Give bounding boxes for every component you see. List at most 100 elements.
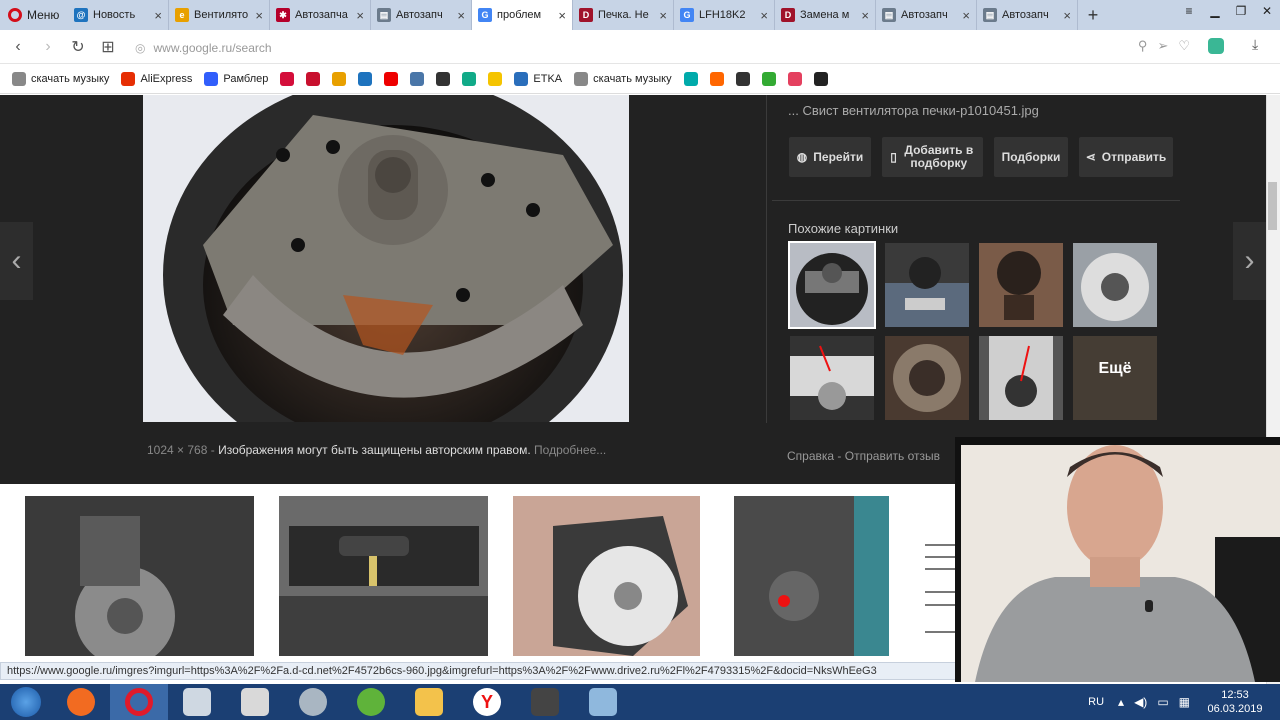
bookmark-item[interactable] xyxy=(709,71,724,86)
send-icon[interactable]: ➢ xyxy=(1157,38,1168,54)
start-button[interactable] xyxy=(0,684,52,720)
bookmark-item[interactable] xyxy=(436,71,451,86)
action-center-icon[interactable]: ▭ xyxy=(1157,695,1168,709)
minimize-icon[interactable]: ▁ xyxy=(1202,0,1228,22)
bookmark-item[interactable] xyxy=(384,71,399,86)
related-thumb[interactable] xyxy=(979,243,1063,327)
result-image[interactable] xyxy=(915,496,955,656)
bookmark-item[interactable]: ETKA xyxy=(514,71,562,86)
download-icon[interactable]: ⤓ xyxy=(1252,36,1258,53)
related-thumb[interactable] xyxy=(979,336,1063,420)
forward-icon[interactable]: › xyxy=(33,38,63,56)
taskbar-window[interactable] xyxy=(574,684,632,720)
save-to-collection-button[interactable]: ▯ Добавить в подборку xyxy=(882,137,983,177)
close-tab-icon[interactable]: × xyxy=(861,8,869,23)
tab-7[interactable]: D Замена м × xyxy=(775,0,876,30)
scrollbar-thumb[interactable] xyxy=(1268,182,1277,230)
bookmark-item[interactable]: скачать музыку xyxy=(574,71,672,86)
restore-icon[interactable]: ❐ xyxy=(1228,0,1254,22)
bookmark-item[interactable] xyxy=(280,71,295,86)
address-field[interactable]: ◎ www.google.ru/search xyxy=(135,37,1195,59)
related-thumb[interactable] xyxy=(885,243,969,327)
tab-5[interactable]: D Печка. Не × xyxy=(573,0,674,30)
bookmark-item[interactable] xyxy=(787,71,802,86)
network-icon[interactable]: ▦ xyxy=(1179,695,1190,709)
bookmark-item[interactable] xyxy=(358,71,373,86)
tab-4[interactable]: Gпроблем × xyxy=(472,0,573,30)
related-thumb[interactable] xyxy=(885,336,969,420)
close-tab-icon[interactable]: × xyxy=(457,8,465,23)
clock[interactable]: 12:53 06.03.2019 xyxy=(1200,688,1270,716)
prev-image-button[interactable]: ‹ xyxy=(0,222,33,300)
reload-icon[interactable]: ↻ xyxy=(63,37,93,57)
bookmark-item[interactable]: Рамблер xyxy=(204,71,268,86)
opera-menu-button[interactable]: Меню xyxy=(0,0,68,30)
taskbar-firefox[interactable] xyxy=(52,684,110,720)
image-title[interactable]: ... Свист вентилятора печки-p1010451.jpg xyxy=(788,103,1039,118)
bookmark-item[interactable] xyxy=(410,71,425,86)
close-tab-icon[interactable]: × xyxy=(659,8,667,23)
result-image[interactable] xyxy=(734,496,889,656)
bookmark-item[interactable] xyxy=(332,71,347,86)
bookmark-item[interactable] xyxy=(683,71,698,86)
result-image[interactable] xyxy=(25,496,254,656)
menu-lines-icon[interactable]: ≡ xyxy=(1176,0,1202,22)
bookmark-item[interactable] xyxy=(306,71,321,86)
taskbar-opera[interactable] xyxy=(110,684,168,720)
learn-more-link[interactable]: Подробнее... xyxy=(534,443,606,457)
taskbar-calculator[interactable] xyxy=(168,684,226,720)
close-tab-icon[interactable]: × xyxy=(356,8,364,23)
tab-3[interactable]: ▤ Автозапч × xyxy=(371,0,472,30)
bookmark-item[interactable] xyxy=(462,71,477,86)
new-tab-button[interactable]: + xyxy=(1078,0,1108,30)
taskbar-video-editor[interactable] xyxy=(516,684,574,720)
bookmark-item[interactable] xyxy=(813,71,828,86)
result-image[interactable] xyxy=(513,496,700,656)
related-thumb[interactable] xyxy=(790,336,874,420)
taskbar-scanner[interactable] xyxy=(226,684,284,720)
heart-icon[interactable]: ♡ xyxy=(1178,38,1190,54)
visit-label: Перейти xyxy=(813,149,864,164)
vpn-icon[interactable] xyxy=(1208,38,1224,54)
close-icon[interactable]: ✕ xyxy=(1254,0,1280,22)
close-tab-icon[interactable]: × xyxy=(760,8,768,23)
bookmark-favicon-icon xyxy=(462,71,477,86)
collections-button[interactable]: Подборки xyxy=(994,137,1068,177)
close-tab-icon[interactable]: × xyxy=(558,8,566,23)
back-icon[interactable]: ‹ xyxy=(3,38,33,56)
visit-button[interactable]: ◍ Перейти xyxy=(789,137,871,177)
related-thumb[interactable] xyxy=(1073,243,1157,327)
close-tab-icon[interactable]: × xyxy=(962,8,970,23)
volume-icon[interactable]: ◀) xyxy=(1134,695,1147,709)
speed-dial-icon[interactable]: ⊞ xyxy=(93,37,123,57)
help-link[interactable]: Справка xyxy=(787,449,834,463)
close-tab-icon[interactable]: × xyxy=(1063,8,1071,23)
share-button[interactable]: ⋖ Отправить xyxy=(1079,137,1173,177)
taskbar-utorrent[interactable] xyxy=(342,684,400,720)
taskbar-yandex[interactable]: Y xyxy=(458,684,516,720)
taskbar-user[interactable] xyxy=(284,684,342,720)
next-image-button[interactable]: › xyxy=(1233,222,1266,300)
taskbar-explorer[interactable] xyxy=(400,684,458,720)
tab-8[interactable]: ▤ Автозапч × xyxy=(876,0,977,30)
bookmark-item[interactable]: AliExpress xyxy=(121,71,192,86)
language-indicator[interactable]: RU xyxy=(1088,696,1104,708)
close-tab-icon[interactable]: × xyxy=(255,8,263,23)
search-icon[interactable]: ⚲ xyxy=(1138,38,1148,54)
related-thumb[interactable] xyxy=(788,241,876,329)
more-related-button[interactable]: Ещё xyxy=(1073,336,1157,420)
bookmark-item[interactable]: скачать музыку xyxy=(12,71,109,86)
bookmark-item[interactable] xyxy=(735,71,750,86)
tab-6[interactable]: G LFH18K2 × xyxy=(674,0,775,30)
tab-1[interactable]: e Вентилято × xyxy=(169,0,270,30)
bookmark-item[interactable] xyxy=(761,71,776,86)
tab-0[interactable]: @ Новость × xyxy=(68,0,169,30)
main-image[interactable] xyxy=(143,95,629,422)
bookmark-item[interactable] xyxy=(488,71,503,86)
result-image[interactable] xyxy=(279,496,488,656)
tray-arrow-icon[interactable]: ▴ xyxy=(1118,695,1124,709)
tab-2[interactable]: ✱ Автозапча × xyxy=(270,0,371,30)
close-tab-icon[interactable]: × xyxy=(154,8,162,23)
feedback-link[interactable]: Отправить отзыв xyxy=(845,449,940,463)
tab-9[interactable]: ▤ Автозапч × xyxy=(977,0,1078,30)
